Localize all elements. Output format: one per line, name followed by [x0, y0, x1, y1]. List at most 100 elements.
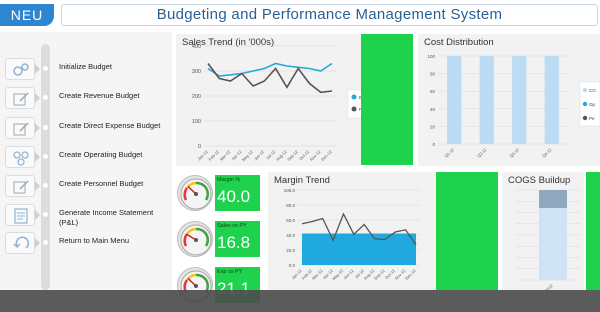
brand-badge: NEU: [0, 4, 54, 26]
sidebar-item-personnel-budget[interactable]: Create Personnel Budget: [0, 175, 172, 199]
x-tick-label: Nov-12: [309, 149, 322, 162]
x-tick-label: Dec-12: [404, 268, 417, 281]
cost-distribution-chart: 100 80 60 40 20 0 Q1-12 Q2-12 Q3-12 Q4-12 CO Op Pe: [427, 54, 600, 159]
y-tick-label: 200: [192, 94, 201, 100]
cogs-icon: [5, 146, 35, 168]
x-tick-label: Jun-12: [342, 268, 355, 281]
sidebar-item-label: Initialize Budget: [59, 62, 112, 71]
legend-label: CO: [589, 88, 596, 93]
series-line: [207, 63, 333, 94]
x-tick-label: Q2-12: [476, 147, 488, 159]
kpi-label: Exp vs PY: [217, 269, 243, 275]
sidebar-item-label: Create Personnel Budget: [59, 179, 144, 188]
sales-vs-py-gauge: [177, 221, 213, 257]
bar: [447, 56, 462, 144]
cogs-buildup-accent: [586, 172, 600, 290]
legend-marker: [351, 94, 357, 100]
y-tick-label: 0: [198, 144, 201, 150]
x-tick-label: Jan-12: [197, 149, 210, 162]
y-tick-label: 20: [430, 124, 436, 129]
y-tick-label: 60.0: [286, 218, 295, 223]
x-tick-label: Mar-12: [311, 268, 324, 281]
nav-connector: [35, 238, 40, 248]
x-tick-label: Sep-12: [286, 149, 299, 162]
x-tick-label: May-12: [331, 268, 345, 282]
y-tick-label: 80: [430, 72, 436, 77]
return-icon: [5, 232, 35, 254]
y-tick-label: 40: [430, 107, 436, 112]
nav-connector: [35, 181, 40, 191]
kpi-label: Margin %: [217, 177, 241, 183]
sidebar-item-operating-budget[interactable]: Create Operating Budget: [0, 146, 172, 170]
bar: [512, 56, 527, 144]
legend-label: Pe: [589, 116, 595, 121]
sidebar-item-label: Create Revenue Budget: [59, 91, 140, 100]
sidebar-item-label: Return to Main Menu: [59, 236, 130, 245]
x-tick-label: Q1-12: [444, 147, 456, 159]
y-tick-label: 300: [192, 69, 201, 75]
x-tick-label: Q4-12: [541, 147, 553, 159]
x-tick-label: May-12: [241, 149, 255, 163]
sidebar-nav: Initialize Budget Create Revenue Budget …: [0, 32, 172, 290]
kpi-label: Sales vs PY: [217, 223, 247, 229]
sidebar-item-revenue-budget[interactable]: Create Revenue Budget: [0, 87, 172, 111]
nav-dot: [43, 240, 48, 245]
nav-connector: [35, 210, 40, 220]
sidebar-item-label: Generate Income Statement (P&L): [59, 208, 154, 227]
cogs-buildup-chart: FY2012: [516, 189, 580, 290]
x-tick-label: Feb-12: [207, 149, 220, 162]
sidebar-item-initialize-budget[interactable]: Initialize Budget: [0, 58, 172, 82]
y-tick-label: 100: [427, 54, 435, 59]
sidebar-item-return-main-menu[interactable]: Return to Main Menu: [0, 232, 172, 256]
nav-dot: [43, 66, 48, 71]
margin-kpi: Margin % 40.0: [215, 175, 260, 211]
legend-label: Op: [589, 102, 596, 107]
nav-dot: [43, 183, 48, 188]
x-tick-label: Jun-12: [253, 149, 266, 162]
bar: [544, 56, 559, 144]
y-tick-label: 40.0: [286, 233, 295, 238]
y-tick-label: 80.0: [286, 203, 295, 208]
legend-marker: [582, 101, 588, 107]
page-title: Budgeting and Performance Management Sys…: [61, 4, 598, 26]
header-bar: NEU Budgeting and Performance Management…: [0, 0, 600, 30]
nav-connector: [35, 123, 40, 133]
cogs-bar-top-segment: [539, 190, 567, 208]
x-tick-label: FY2012: [540, 283, 554, 290]
legend-marker: [351, 106, 357, 112]
pen-document-icon: [5, 87, 35, 109]
sales-trend-accent: [361, 34, 413, 165]
x-tick-label: Dec-12: [320, 149, 333, 162]
pen-document-icon: [5, 175, 35, 197]
kpi-value: 40.0: [217, 187, 251, 206]
y-tick-label: 0.0: [289, 263, 296, 268]
kpi-value: 16.8: [217, 233, 251, 252]
sidebar-item-income-statement[interactable]: Generate Income Statement (P&L): [0, 204, 172, 234]
nav-dot: [43, 125, 48, 130]
statement-icon: [5, 204, 35, 226]
legend-marker: [582, 115, 588, 121]
bottom-overlay: [0, 290, 600, 312]
y-tick-label: 400: [192, 44, 201, 50]
budget-area: [302, 233, 416, 265]
margin-trend-chart: 100.080.060.040.020.00.0Jan-12Feb-12Mar-…: [284, 188, 420, 282]
legend-marker: [582, 87, 588, 93]
nav-dot: [43, 212, 48, 217]
gauge-hub: [194, 284, 198, 288]
bar: [479, 56, 494, 144]
x-tick-label: Q3-12: [509, 147, 521, 159]
nav-dot: [43, 154, 48, 159]
nav-dot: [43, 95, 48, 100]
gauge-hub: [194, 192, 198, 196]
gauge-hub: [194, 238, 198, 242]
y-tick-label: 60: [430, 89, 436, 94]
sidebar-item-label: Create Operating Budget: [59, 150, 143, 159]
y-tick-label: 100.0: [284, 188, 296, 193]
x-tick-label: Sep-12: [373, 268, 386, 281]
sales-vs-py-kpi: Sales vs PY 16.8: [215, 221, 260, 257]
sidebar-item-direct-expense-budget[interactable]: Create Direct Expense Budget: [0, 117, 172, 141]
nav-connector: [35, 152, 40, 162]
y-tick-label: 0: [432, 142, 435, 147]
gears-icon: [5, 58, 35, 80]
y-tick-label: 20.0: [286, 248, 295, 253]
